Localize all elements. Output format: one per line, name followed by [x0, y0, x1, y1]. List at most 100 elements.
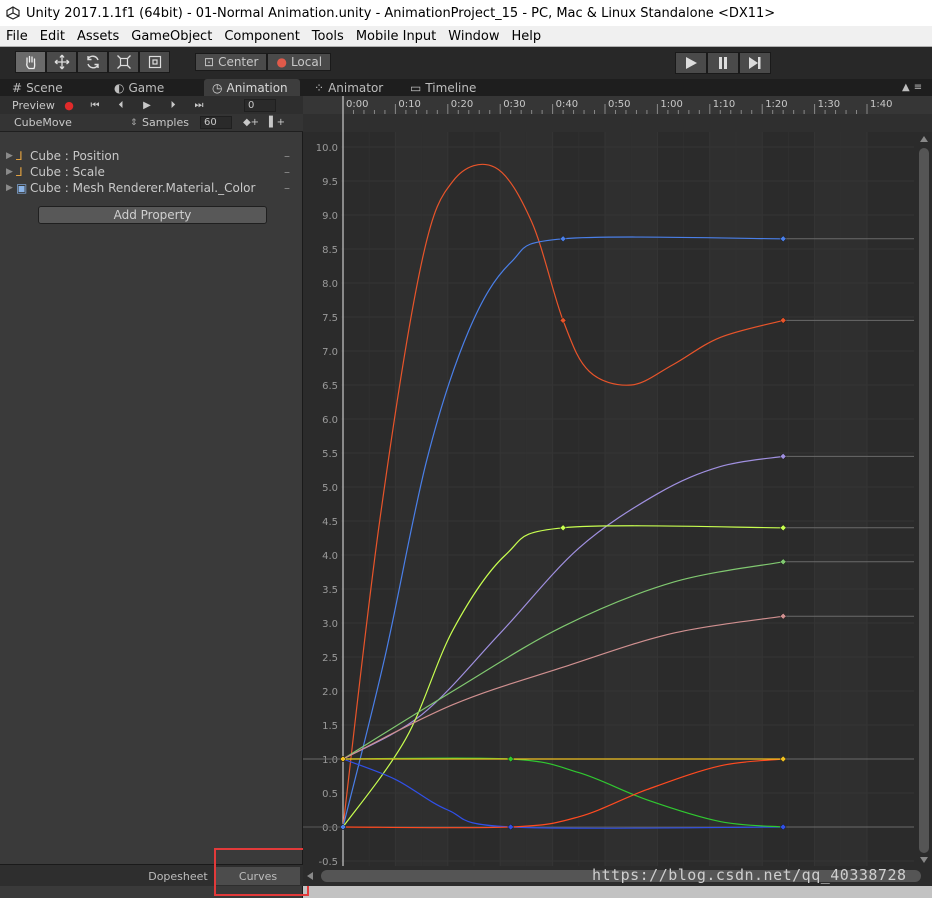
- frame-field[interactable]: 0: [244, 98, 276, 112]
- remove-property-icon[interactable]: –: [284, 165, 290, 179]
- step-icon: [749, 57, 761, 69]
- rotate-tool-button[interactable]: [77, 51, 108, 73]
- hand-tool-button[interactable]: [15, 51, 46, 73]
- transform-axis-icon: ⅃: [16, 165, 23, 179]
- expand-triangle-icon[interactable]: ▶: [6, 183, 16, 193]
- y-tick-label: 9.0: [322, 211, 338, 222]
- next-key-icon: ⏵: [170, 99, 176, 111]
- rotate-icon: [86, 55, 99, 69]
- watermark: https://blog.csdn.net/qq_40338728: [592, 866, 907, 884]
- pivot-center-icon: ⊡: [204, 55, 215, 69]
- pivot-controls: ⊡ Center ● Local: [195, 53, 332, 71]
- local-globe-icon: ●: [276, 55, 287, 69]
- first-key-icon: ⏮: [90, 99, 100, 111]
- tab-animation[interactable]: ◷ Animation: [204, 79, 300, 96]
- lock-icon: ▲: [902, 82, 910, 93]
- record-button[interactable]: ●: [56, 97, 82, 113]
- menu-assets[interactable]: Assets: [71, 29, 125, 44]
- first-key-button[interactable]: ⏮: [82, 97, 108, 113]
- chevron-updown-icon: ⇕: [130, 117, 138, 128]
- rect-tool-button[interactable]: [139, 51, 170, 73]
- curve-canvas[interactable]: 10.0 9.5 9.0 8.5 8.0 7.5 7.0 6.5 6.0 5.5 5.0 4.5 4.0…: [303, 96, 932, 886]
- menu-gameobject[interactable]: GameObject: [125, 29, 218, 44]
- property-row[interactable]: ▶ ⅃ Cube : Position –: [6, 148, 296, 164]
- tab-scene[interactable]: # Scene: [8, 79, 98, 96]
- add-keyframe-button[interactable]: ◆+: [238, 115, 264, 131]
- highlight-box: [214, 848, 309, 896]
- remove-property-icon[interactable]: –: [284, 181, 290, 195]
- rect-tool-icon: [148, 55, 161, 69]
- move-tool-button[interactable]: [46, 51, 77, 73]
- property-label: Cube : Mesh Renderer.Material._Color: [30, 181, 256, 195]
- tab-animator[interactable]: ⁘ Animator: [310, 79, 400, 96]
- hand-icon: [25, 55, 35, 70]
- property-row[interactable]: ▶ ⅃ Cube : Scale –: [6, 164, 296, 180]
- remove-property-icon[interactable]: –: [284, 149, 290, 163]
- move-icon: [54, 54, 69, 70]
- prev-key-button[interactable]: ⏴: [108, 97, 134, 113]
- last-key-button[interactable]: ⏭: [186, 97, 212, 113]
- vscroll-thumb[interactable]: [919, 148, 929, 853]
- menu-icon: ≡: [913, 82, 923, 93]
- time-tick-label: 0:40: [556, 99, 578, 110]
- pause-button[interactable]: [707, 52, 739, 74]
- clip-dropdown[interactable]: CubeMove: [0, 116, 130, 129]
- y-tick-label: 1.0: [322, 755, 338, 766]
- y-tick-label: 0.5: [322, 789, 338, 800]
- tab-timeline[interactable]: ▭ Timeline: [406, 79, 496, 96]
- pause-icon: [719, 57, 727, 69]
- preview-button[interactable]: Preview: [0, 99, 56, 112]
- y-tick-label: 2.0: [322, 687, 338, 698]
- next-key-button[interactable]: ⏵: [160, 97, 186, 113]
- time-tick-label: 0:20: [451, 99, 473, 110]
- play-icon: [686, 57, 697, 69]
- step-button[interactable]: [739, 52, 771, 74]
- dopesheet-tab[interactable]: Dopesheet: [136, 867, 220, 885]
- window-options[interactable]: ▲ ≡: [898, 79, 932, 96]
- prev-key-icon: ⏴: [118, 99, 124, 111]
- pivot-center-button[interactable]: ⊡ Center: [195, 53, 268, 71]
- scale-icon: [116, 55, 131, 69]
- menu-window[interactable]: Window: [442, 29, 505, 44]
- time-tick-label: 0:10: [398, 99, 420, 110]
- animation-hierarchy-panel: Preview ● ⏮ ⏴ ▶ ⏵ ⏭ 0 CubeMove ⇕ Samples…: [0, 96, 303, 898]
- play-anim-button[interactable]: ▶: [134, 97, 160, 113]
- playback-controls-row: Preview ● ⏮ ⏴ ▶ ⏵ ⏭ 0: [0, 96, 303, 114]
- y-tick-label: 6.0: [322, 415, 338, 426]
- pivot-local-button[interactable]: ● Local: [267, 53, 332, 71]
- timeline-icon: ▭: [410, 80, 422, 95]
- pivot-center-label: Center: [218, 55, 259, 69]
- y-tick-label: 3.5: [322, 585, 338, 596]
- play-button[interactable]: [675, 52, 707, 74]
- add-property-button[interactable]: Add Property: [38, 206, 267, 224]
- tab-game-label: Game: [128, 80, 165, 95]
- game-icon: ◐: [114, 80, 125, 95]
- event-track[interactable]: [303, 114, 932, 132]
- y-tick-label: 9.5: [322, 177, 338, 188]
- menu-component[interactable]: Component: [218, 29, 305, 44]
- time-tick-label: 1:00: [660, 99, 682, 110]
- tab-game[interactable]: ◐ Game: [110, 79, 200, 96]
- window-tab-bar: # Scene ◐ Game ◷ Animation ⁘ Animator ▭ …: [0, 79, 932, 96]
- y-tick-label: 7.5: [322, 313, 338, 324]
- menu-file[interactable]: File: [0, 29, 34, 44]
- y-tick-label: 2.5: [322, 653, 338, 664]
- menu-help[interactable]: Help: [506, 29, 548, 44]
- window-title: Unity 2017.1.1f1 (64bit) - 01-Normal Ani…: [26, 5, 776, 21]
- samples-field[interactable]: 60: [200, 116, 232, 129]
- menu-mobile-input[interactable]: Mobile Input: [350, 29, 442, 44]
- transform-tools: [15, 51, 170, 73]
- time-tick-label: 1:40: [870, 99, 892, 110]
- property-row[interactable]: ▶ ▣ Cube : Mesh Renderer.Material._Color…: [6, 180, 296, 196]
- menu-edit[interactable]: Edit: [34, 29, 71, 44]
- add-event-button[interactable]: ▌+: [264, 115, 290, 131]
- y-tick-label: 1.5: [322, 721, 338, 732]
- menu-tools[interactable]: Tools: [306, 29, 350, 44]
- tab-scene-label: Scene: [26, 80, 63, 95]
- expand-triangle-icon[interactable]: ▶: [6, 167, 16, 177]
- scale-tool-button[interactable]: [108, 51, 139, 73]
- y-tick-label: 3.0: [322, 619, 338, 630]
- expand-triangle-icon[interactable]: ▶: [6, 151, 16, 161]
- curve-editor[interactable]: 10.0 9.5 9.0 8.5 8.0 7.5 7.0 6.5 6.0 5.5 5.0 4.5 4.0…: [303, 96, 932, 886]
- tab-timeline-label: Timeline: [425, 80, 477, 95]
